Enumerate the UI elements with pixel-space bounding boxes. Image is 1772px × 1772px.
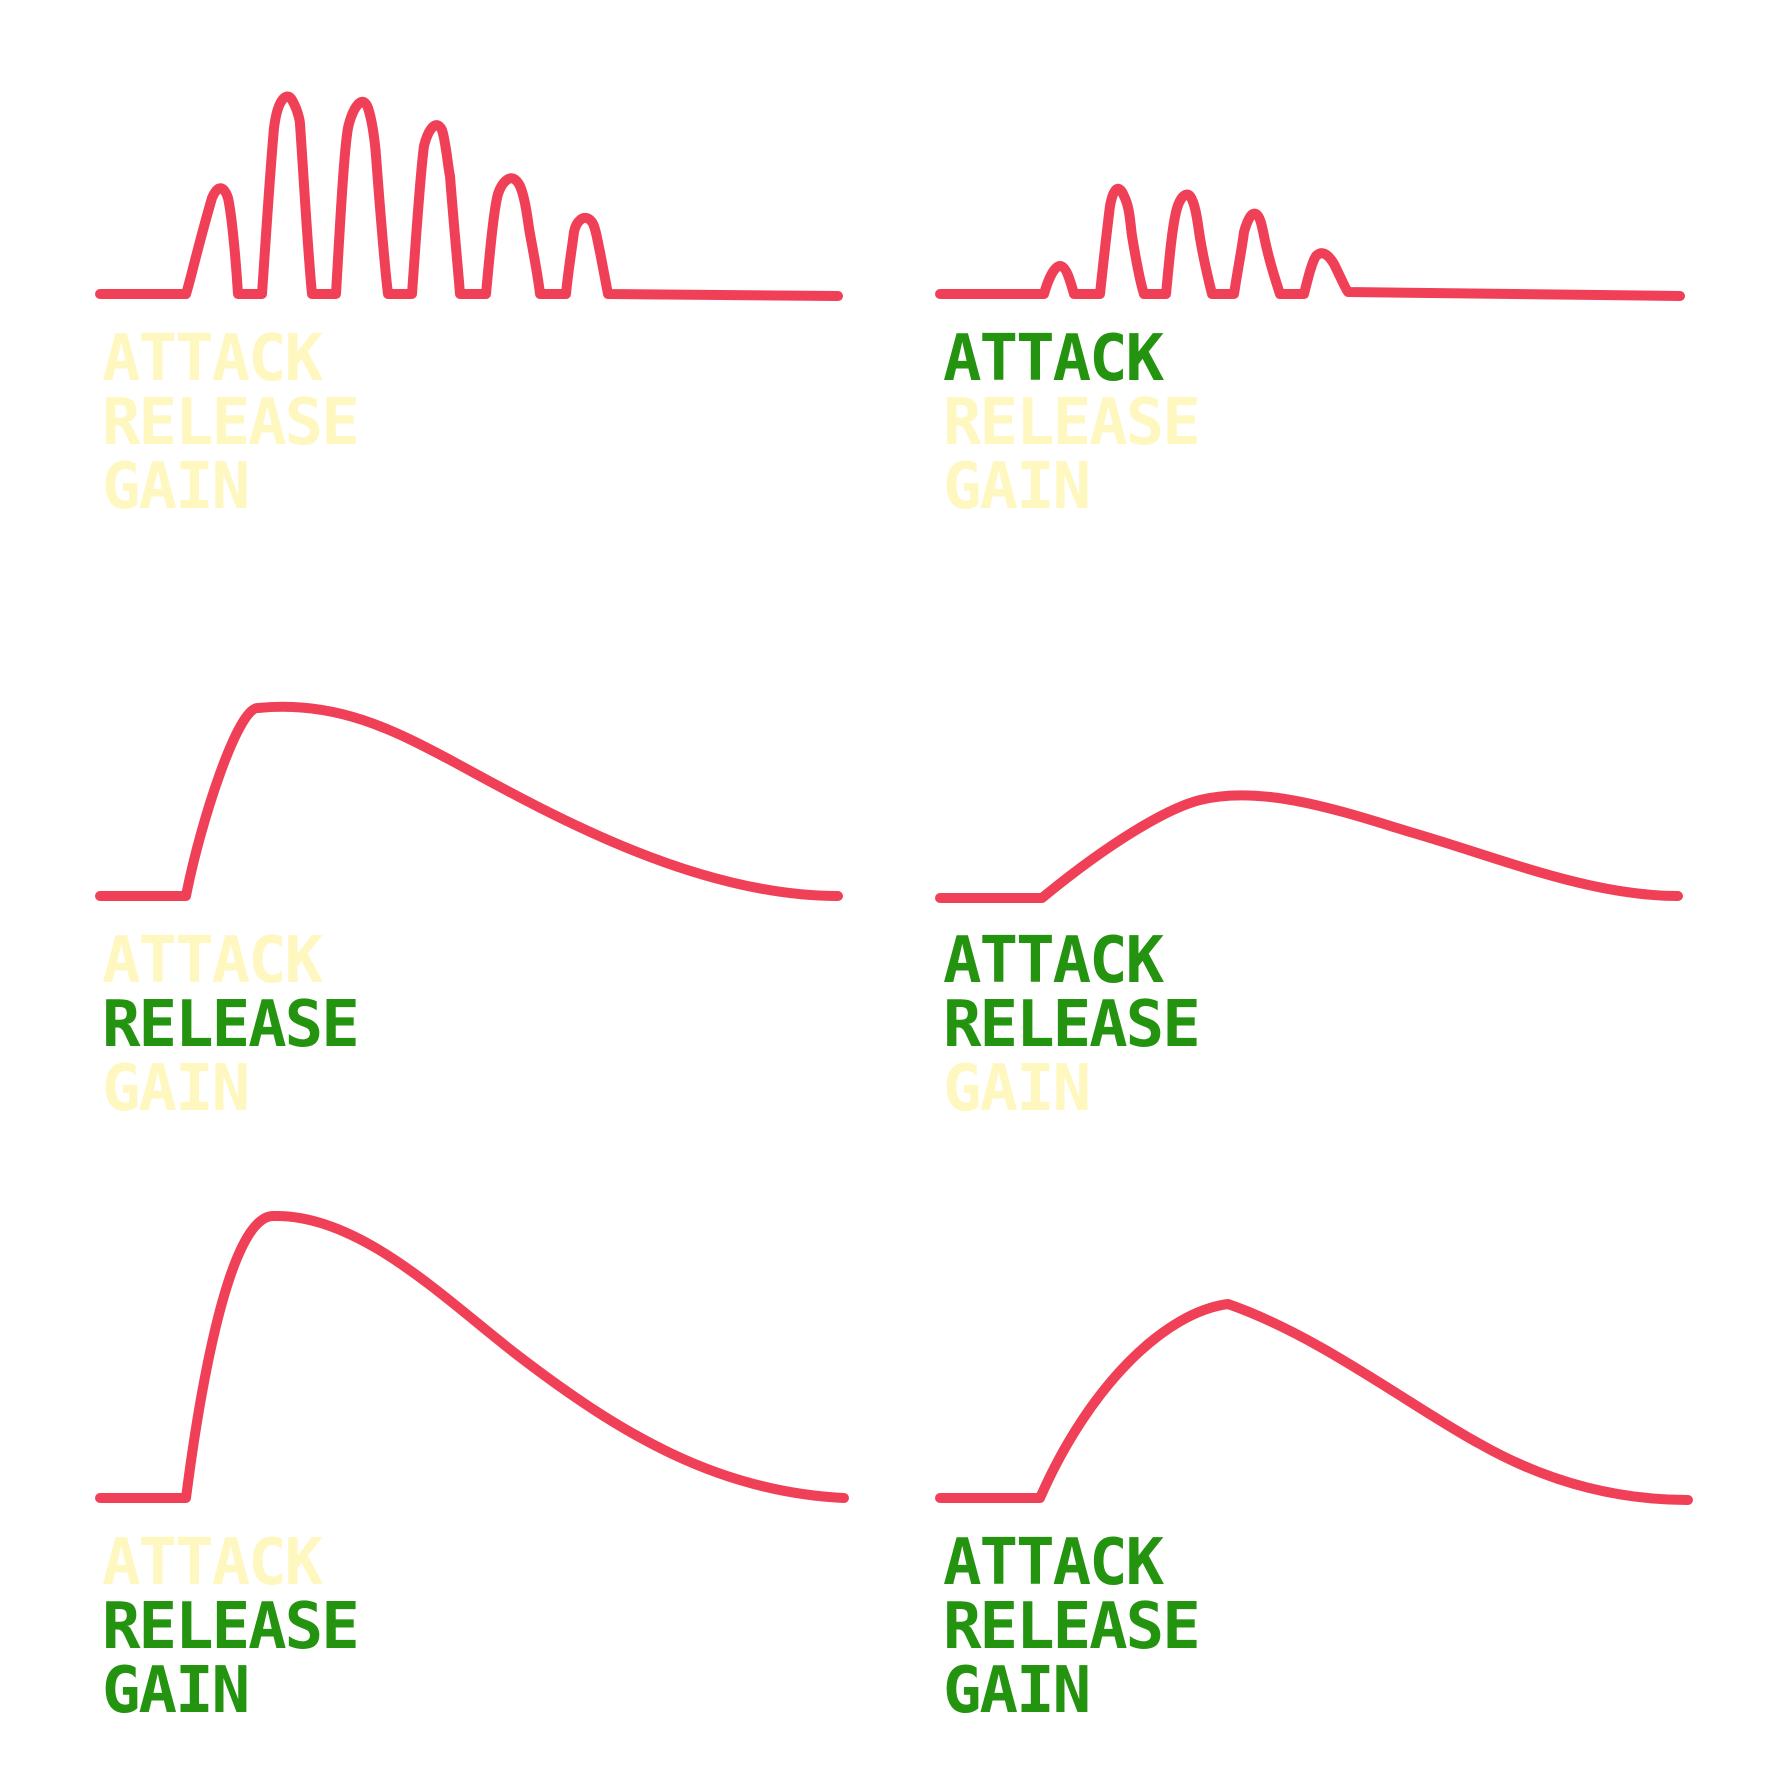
envelope-curve-5 xyxy=(95,1210,849,1503)
envelope-curve-2 xyxy=(935,183,1685,301)
envelope-curve-3 xyxy=(95,701,843,901)
knob-label-release: RELEASE xyxy=(943,988,1199,1062)
knob-label-release: RELEASE xyxy=(102,1590,358,1664)
knob-label-attack: ATTACK xyxy=(102,1526,324,1600)
panel-6: ATTACK RELEASE GAIN xyxy=(935,1299,1693,1728)
knob-label-gain: GAIN xyxy=(943,1052,1089,1126)
panel-2: ATTACK RELEASE GAIN xyxy=(935,183,1685,524)
envelope-curve-1 xyxy=(95,91,843,301)
knob-label-release: RELEASE xyxy=(102,988,358,1062)
knob-label-gain: GAIN xyxy=(102,1654,248,1728)
knob-label-release: RELEASE xyxy=(943,386,1199,460)
panel-5: ATTACK RELEASE GAIN xyxy=(95,1210,849,1728)
envelope-curve-4 xyxy=(935,790,1683,903)
knob-label-gain: GAIN xyxy=(943,1654,1089,1728)
knob-label-release: RELEASE xyxy=(943,1590,1199,1664)
knob-label-attack: ATTACK xyxy=(102,924,324,998)
knob-label-attack: ATTACK xyxy=(102,322,324,396)
panel-4: ATTACK RELEASE GAIN xyxy=(935,790,1683,1126)
knob-label-release: RELEASE xyxy=(102,386,358,460)
knob-label-attack: ATTACK xyxy=(943,322,1165,396)
panel-3: ATTACK RELEASE GAIN xyxy=(95,701,843,1126)
knob-label-gain: GAIN xyxy=(943,450,1089,524)
knob-label-attack: ATTACK xyxy=(943,1526,1165,1600)
envelope-curve-6 xyxy=(935,1299,1693,1505)
envelope-diagram: ATTACK RELEASE GAIN ATTACK RELEASE GAIN … xyxy=(95,91,1693,1728)
knob-label-gain: GAIN xyxy=(102,1052,248,1126)
knob-label-attack: ATTACK xyxy=(943,924,1165,998)
knob-label-gain: GAIN xyxy=(102,450,248,524)
panel-1: ATTACK RELEASE GAIN xyxy=(95,91,843,524)
